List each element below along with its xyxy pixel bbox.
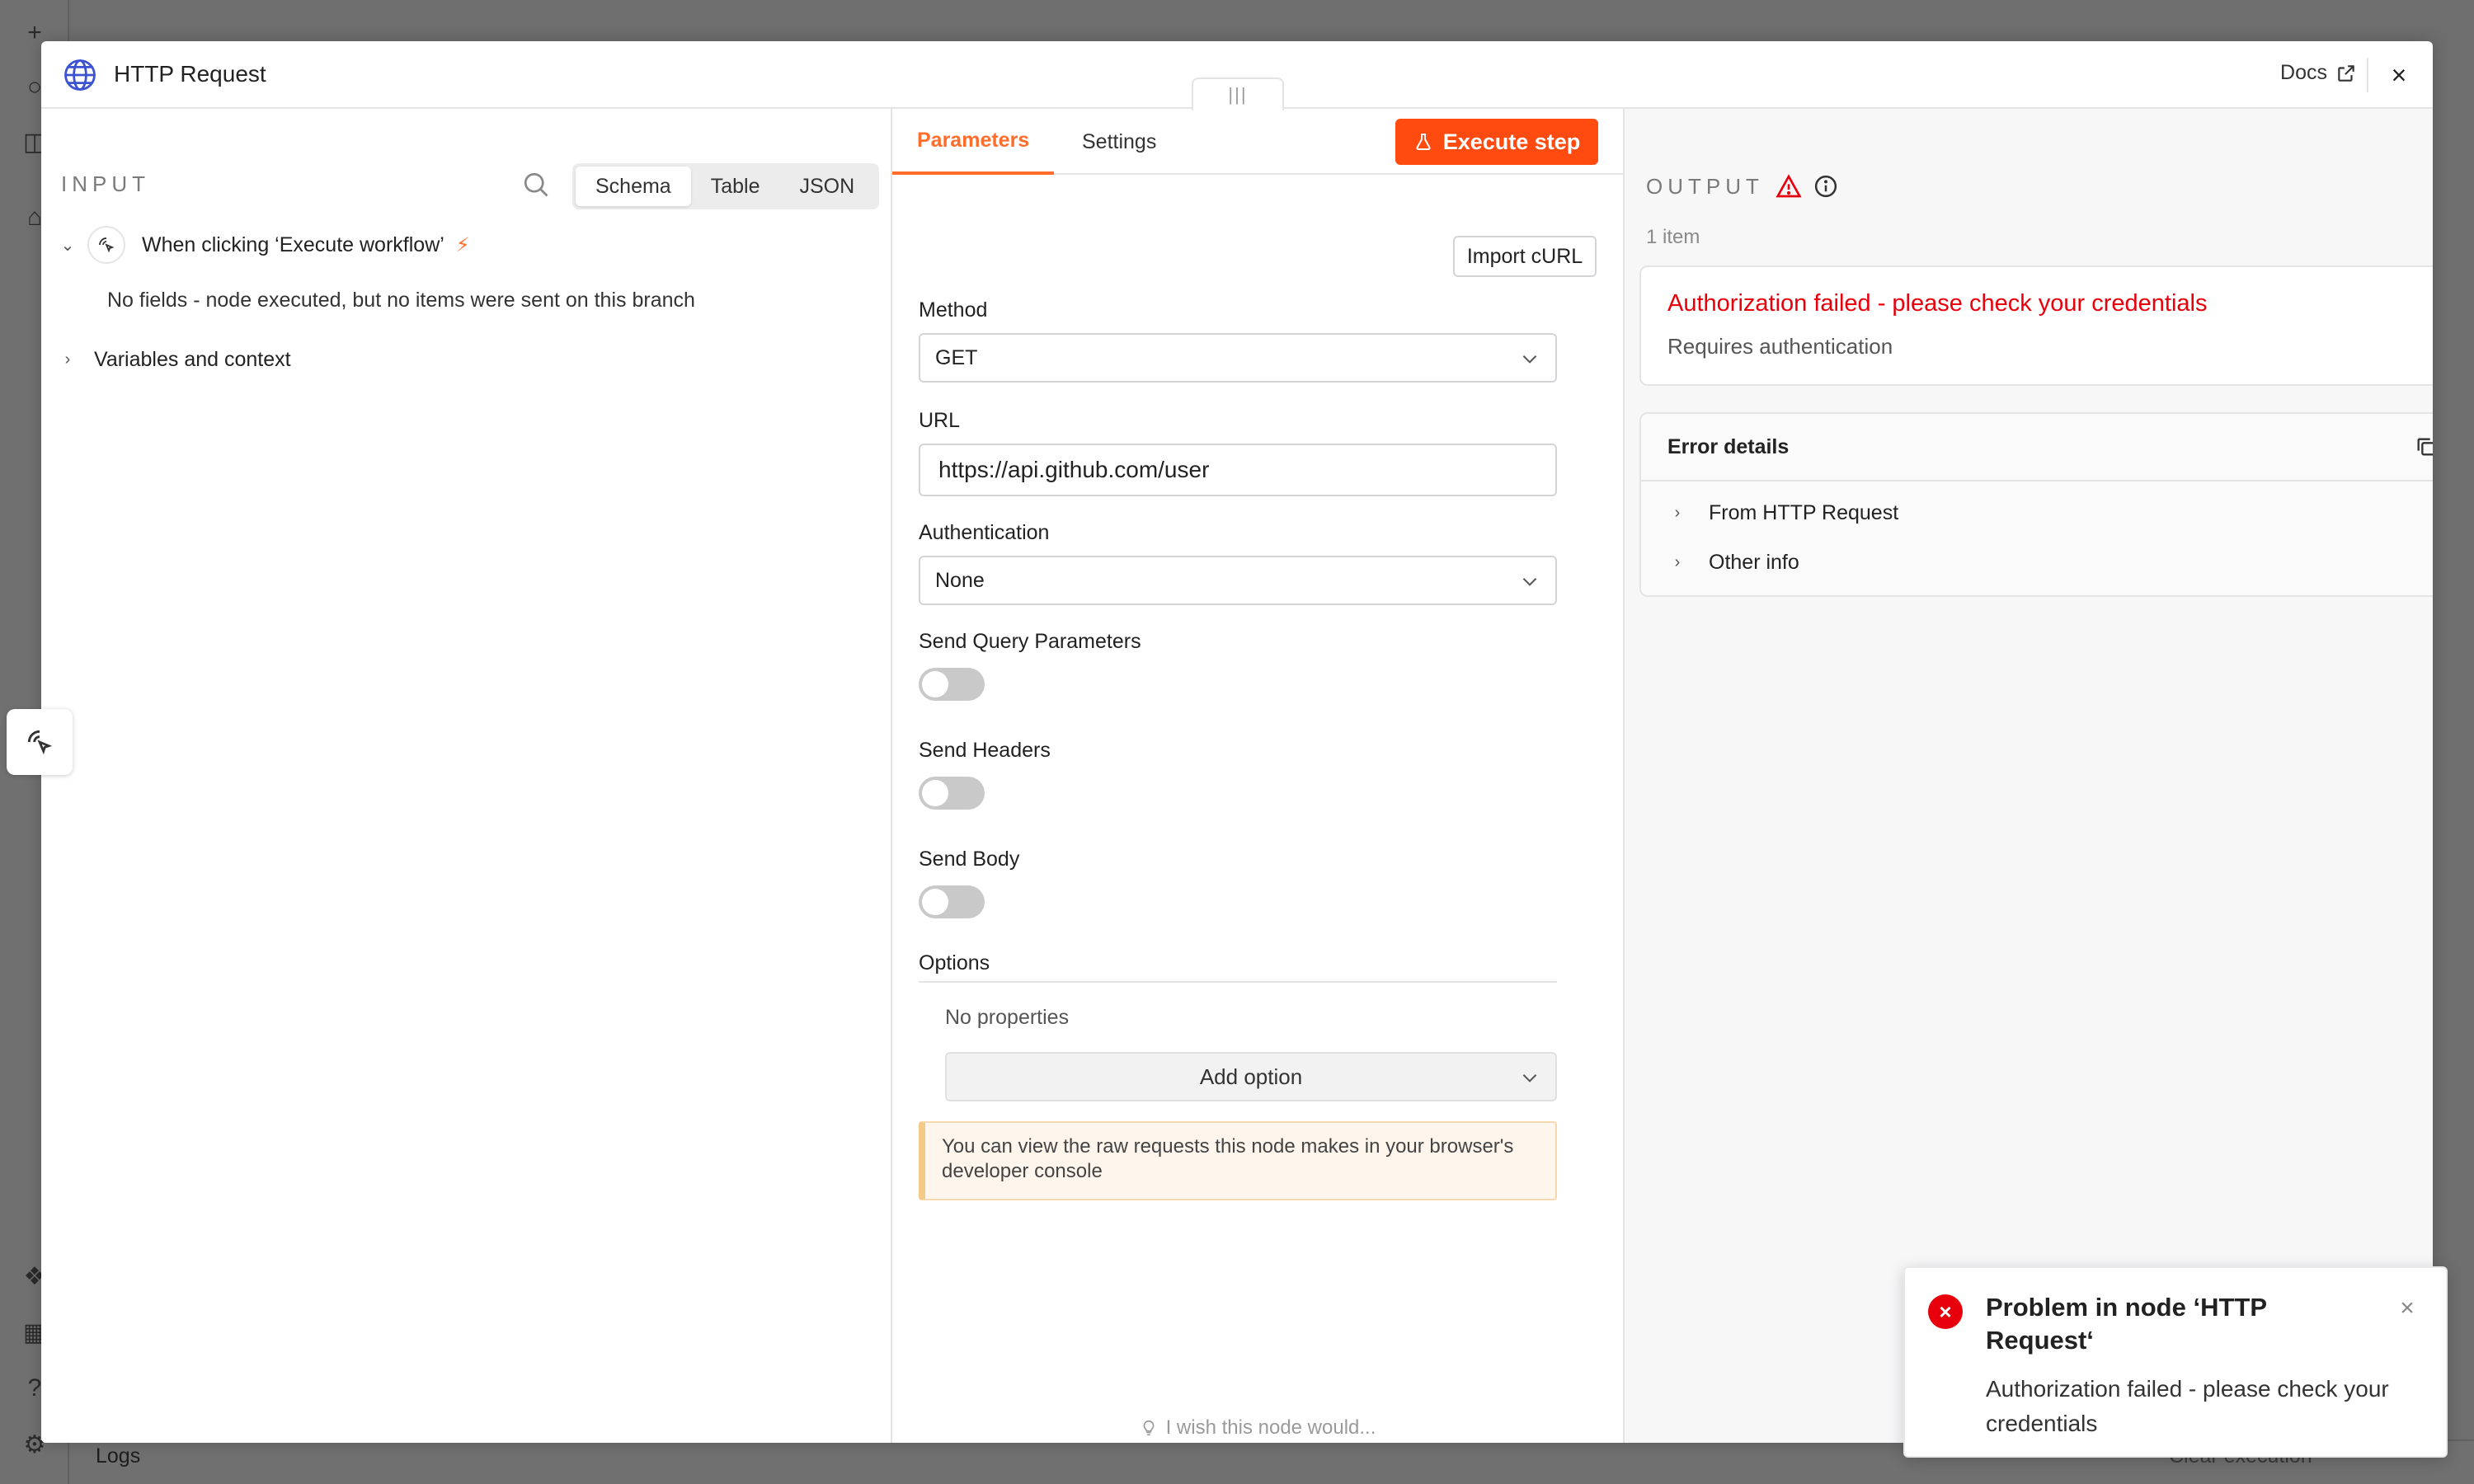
chevron-down-icon [1522,355,1537,364]
pointer-click-icon [99,237,115,253]
logs-label[interactable]: Logs [96,1444,140,1468]
method-label: Method [919,298,988,322]
lightning-bolt-icon: ⚡ [455,233,470,256]
chevron-down-icon [1522,578,1537,586]
feedback-link[interactable]: I wish this node would... [892,1416,1623,1439]
url-label: URL [919,409,961,432]
node-details-modal: HTTP Request Docs × INPUT Schema Table J… [41,41,2433,1443]
error-card: Authorization failed - please check your… [1639,265,2433,386]
variables-row[interactable]: › Variables and context [58,348,291,372]
authentication-label: Authentication [919,521,1050,544]
details-row-from-http[interactable]: › From HTTP Request [1641,488,2433,538]
toast-title: Problem in node ‘HTTP Request‘ [1986,1293,2267,1355]
send-body-toggle[interactable] [919,885,985,918]
import-curl-button[interactable]: Import cURL [1453,236,1597,277]
error-toast: × Problem in node ‘HTTP Request‘ Authori… [1903,1266,2448,1458]
error-title: Authorization failed - please check your… [1667,290,2208,317]
chevron-down-icon[interactable]: ⌄ [58,235,78,255]
info-icon[interactable] [1813,174,1838,199]
feedback-label: I wish this node would... [1165,1416,1376,1439]
execute-step-button[interactable]: Execute step [1395,119,1598,165]
node-icon [87,226,125,264]
no-fields-message: No fields - node executed, but no items … [107,289,695,312]
input-label: INPUT [61,171,150,196]
docs-label: Docs [2280,61,2327,84]
chevron-right-icon: › [1674,503,1681,522]
flask-icon [1416,134,1431,150]
send-query-label: Send Query Parameters [919,630,1141,653]
copy-icon[interactable] [2415,435,2433,458]
method-select[interactable]: GET [919,333,1557,383]
error-subtitle: Requires authentication [1667,334,1893,359]
error-details-card: Error details › From HTTP Request › Othe… [1639,412,2433,597]
trigger-node-row[interactable]: ⌄ When clicking ‘Execute workflow’ ⚡ [58,226,470,264]
error-details-title: Error details [1667,434,1790,458]
chevron-right-icon[interactable]: › [58,350,78,370]
output-header: OUTPUT [1646,173,1838,200]
no-properties-text: No properties [945,1006,1070,1029]
add-option-label: Add option [1199,1064,1303,1089]
tab-table[interactable]: Table [691,167,780,206]
close-icon[interactable]: × [2383,59,2415,91]
send-body-label: Send Body [919,848,1020,871]
parameter-tabs: Parameters Settings Execute step [892,109,1623,175]
globe-icon [64,59,96,91]
parameters-panel: Parameters Settings Execute step Import … [891,109,1625,1443]
add-option-button[interactable]: Add option [945,1052,1557,1101]
details-row-other-info[interactable]: › Other info [1641,538,2433,587]
options-divider [919,981,1557,983]
toast-message: Authorization failed - please check your… [1986,1376,2389,1436]
input-panel: INPUT Schema Table JSON ⌄ When clicking … [41,109,891,1443]
tab-schema[interactable]: Schema [576,167,691,206]
pointer-click-icon [27,730,53,755]
output-label: OUTPUT [1646,173,1764,199]
method-value: GET [935,345,978,369]
lightbulb-icon [1143,1420,1154,1436]
options-label: Options [919,951,990,974]
docs-link[interactable]: Docs [2280,61,2357,85]
external-link-icon [2338,64,2354,82]
panel-drag-handle[interactable]: ||| [1192,77,1284,110]
send-headers-label: Send Headers [919,739,1051,762]
authentication-select[interactable]: None [919,556,1557,605]
details-row-label: Other info [1709,550,1799,574]
authentication-value: None [935,568,985,592]
chevron-down-icon [1522,1074,1537,1082]
item-count: 1 item [1646,226,1700,248]
error-circle-icon: × [1928,1294,1963,1329]
modal-title: HTTP Request [114,61,266,87]
trigger-node-name: When clicking ‘Execute workflow’ [142,232,444,256]
url-input[interactable]: https://api.github.com/user [919,444,1557,496]
trigger-node-button[interactable] [7,709,73,775]
send-headers-toggle[interactable] [919,777,985,810]
header-divider [2367,58,2368,92]
tab-settings[interactable]: Settings [1057,109,1181,175]
variables-label: Variables and context [94,348,291,371]
input-view-tabs: Schema Table JSON [572,163,879,209]
output-panel: OUTPUT 1 item Authorization failed - ple… [1625,109,2433,1443]
execute-step-label: Execute step [1442,129,1581,154]
close-icon[interactable]: × [2395,1294,2420,1322]
details-row-label: From HTTP Request [1709,500,1899,524]
error-details-header: Error details [1641,414,2433,481]
warning-triangle-icon [1776,174,1802,198]
tab-json[interactable]: JSON [779,167,874,206]
send-query-toggle[interactable] [919,668,985,701]
tab-parameters[interactable]: Parameters [892,109,1055,175]
chevron-right-icon: › [1674,552,1681,571]
developer-console-notice: You can view the raw requests this node … [919,1121,1557,1200]
search-icon[interactable] [521,170,551,200]
